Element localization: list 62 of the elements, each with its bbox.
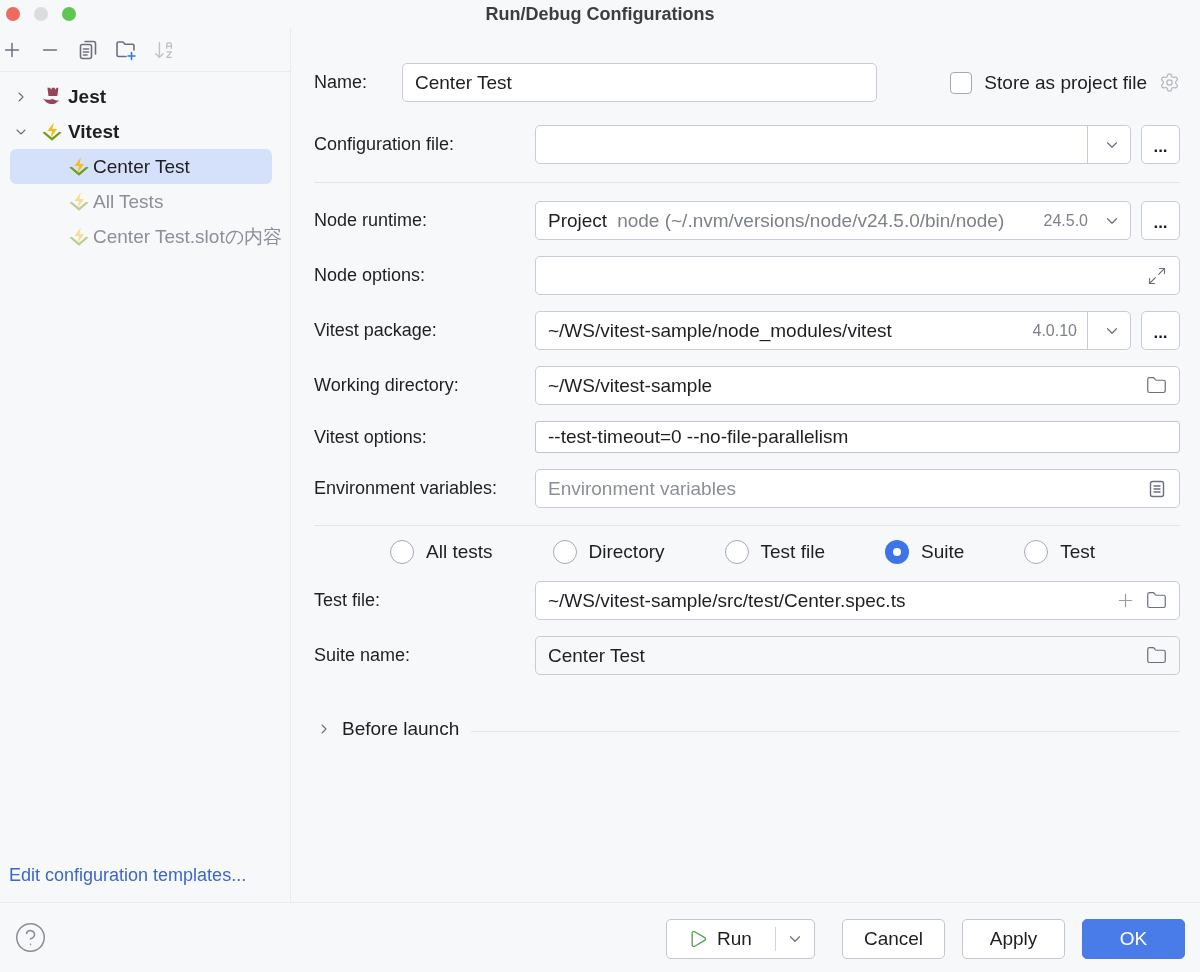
dialog-button[interactable]: Cancel: [842, 919, 945, 959]
lightning-check-icon: [68, 155, 90, 178]
radio-label[interactable]: All tests: [426, 541, 493, 563]
field-label: Vitest package:: [314, 320, 438, 341]
dropdown-field[interactable]: Project node (~/.nvm/versions/node/v24.5.0/bin/node) 24.5.0: [535, 201, 1131, 240]
tree-item-label[interactable]: Vitest: [68, 120, 120, 143]
settings-icon[interactable]: [1159, 72, 1180, 93]
window-title: Run/Debug Configurations: [485, 3, 715, 25]
zoom-button[interactable]: [62, 7, 76, 21]
radio-button[interactable]: [390, 540, 414, 564]
checkbox-label[interactable]: Store as project file: [984, 71, 1147, 94]
folder-plus-icon[interactable]: [115, 38, 137, 61]
tree-row[interactable]: Center Test: [10, 149, 272, 184]
text-field[interactable]: ~/WS/vitest-sample: [535, 366, 1180, 405]
dropdown-field[interactable]: ~/WS/vitest-sample/node_modules/vitest 4.0.10: [535, 311, 1131, 350]
tree-row[interactable]: Vitest: [10, 114, 272, 149]
field-label: Node options:: [314, 265, 427, 286]
dialog-button[interactable]: Apply: [962, 919, 1065, 959]
text-field[interactable]: --test-timeout=0 --no-file-parallelism: [535, 421, 1180, 453]
tree-item-label[interactable]: Jest: [68, 85, 107, 108]
lightning-check-icon: [68, 190, 90, 213]
ok-button[interactable]: OK: [1082, 919, 1185, 959]
radio-label[interactable]: Directory: [588, 541, 665, 563]
radio-button[interactable]: [552, 540, 577, 564]
field-label: Working directory:: [314, 375, 460, 396]
field-label: Test file:: [314, 590, 382, 611]
radio-button[interactable]: [724, 540, 749, 564]
lightning-check-icon: [68, 225, 90, 248]
radio-label[interactable]: Test file: [760, 541, 825, 563]
browse-button[interactable]: ...: [1141, 311, 1180, 350]
dropdown-field[interactable]: [535, 125, 1131, 164]
tree-item-label[interactable]: Center Test: [93, 155, 190, 178]
browse-button[interactable]: ...: [1141, 201, 1180, 240]
folder-icon[interactable]: [1146, 375, 1167, 396]
field-label: Node runtime:: [314, 210, 429, 231]
copy-icon[interactable]: [77, 38, 99, 61]
checkbox[interactable]: [950, 71, 973, 94]
edit-templates-link[interactable]: Edit configuration templates...: [9, 865, 247, 886]
folder-icon[interactable]: [1146, 645, 1167, 666]
radio-label[interactable]: Suite: [920, 541, 965, 563]
tree-row[interactable]: Jest: [10, 79, 272, 114]
text-field[interactable]: Center Test: [535, 636, 1180, 675]
close-button[interactable]: [6, 7, 20, 21]
section-title[interactable]: Before launch: [342, 718, 460, 740]
radio-label[interactable]: Test: [1060, 541, 1096, 563]
browse-button[interactable]: ...: [1141, 125, 1180, 164]
help-icon[interactable]: [14, 921, 47, 954]
field-label: Name:: [314, 72, 368, 93]
name-input[interactable]: Center Test: [402, 63, 877, 102]
expand-icon[interactable]: [1147, 265, 1167, 286]
field-label: Vitest options:: [314, 426, 428, 448]
folder-icon[interactable]: [1146, 590, 1167, 611]
radio-button[interactable]: [1024, 540, 1049, 564]
field-label: Configuration file:: [314, 134, 456, 155]
field-label: Environment variables:: [314, 478, 499, 499]
radio-button[interactable]: [884, 540, 909, 564]
run-button[interactable]: Run: [667, 920, 775, 958]
field-label: Suite name:: [314, 645, 412, 666]
document-icon[interactable]: [1147, 478, 1167, 499]
lightning-check-icon: [41, 120, 63, 143]
text-field[interactable]: [535, 256, 1180, 295]
text-field[interactable]: ~/WS/vitest-sample/src/test/Center.spec.ts: [535, 581, 1180, 620]
